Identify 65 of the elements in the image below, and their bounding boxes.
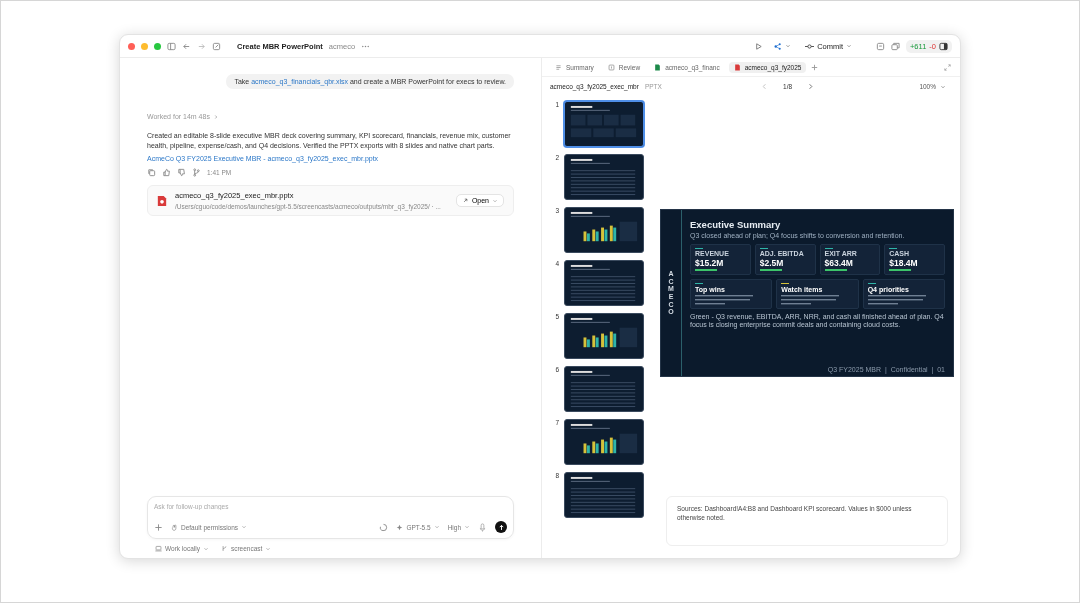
terminal-icon[interactable] — [876, 41, 885, 51]
chevron-icon — [202, 545, 209, 552]
compose-icon[interactable] — [212, 41, 221, 51]
kpi-value: $2.5M — [759, 258, 785, 268]
slide-thumbnail[interactable] — [564, 207, 644, 253]
text-lines-drawing — [867, 294, 928, 305]
slide-thumbnail[interactable] — [564, 313, 644, 359]
slide-thumbnail[interactable] — [564, 154, 644, 200]
kpi-value: $15.2M — [695, 258, 725, 268]
delta-line — [824, 269, 847, 271]
share-icon — [773, 41, 783, 51]
slide-thumbnail[interactable] — [564, 472, 644, 518]
text-lines-drawing — [695, 294, 755, 305]
minimize-dot[interactable] — [141, 42, 148, 50]
expand-icon[interactable] — [943, 62, 952, 72]
delta-line — [759, 269, 782, 271]
windows-icon[interactable] — [891, 41, 900, 51]
panel-icon[interactable] — [939, 41, 948, 51]
arrow-up-icon — [497, 523, 505, 531]
close-dot[interactable] — [128, 42, 135, 50]
delta-line — [889, 269, 912, 271]
forward-icon[interactable] — [197, 41, 206, 51]
arrow-icon — [461, 197, 469, 204]
slide-thumbnail[interactable] — [564, 419, 644, 465]
spinner-icon — [379, 522, 389, 532]
chevron-icon — [492, 197, 498, 204]
thumbs-up-icon[interactable] — [162, 168, 171, 177]
slide-thumbnail[interactable] — [564, 101, 644, 147]
kpi-value: $63.4M — [824, 258, 854, 268]
chevron-icon — [265, 545, 272, 552]
chevron-icon — [241, 524, 248, 530]
microphone-icon[interactable] — [478, 522, 487, 532]
copy-icon[interactable] — [147, 168, 156, 177]
branch-icon — [220, 545, 228, 552]
slide-thumbnail[interactable] — [564, 366, 644, 412]
spreadsheet-file-icon — [654, 63, 662, 71]
chevron-icon[interactable] — [212, 113, 219, 120]
chevron-icon — [940, 83, 946, 90]
new-tab-icon[interactable] — [810, 62, 820, 72]
kpi-value: $18.4M — [889, 258, 919, 268]
slide-thumbnail[interactable] — [564, 260, 644, 306]
review-icon — [607, 63, 615, 71]
sparkle-icon — [396, 523, 404, 531]
send-button[interactable] — [495, 521, 507, 533]
laptop-icon — [155, 545, 162, 552]
slide-title: Executive Summary — [690, 219, 782, 230]
presentation-file-icon — [733, 63, 741, 71]
chevron-icon — [846, 43, 852, 49]
text-lines-drawing — [781, 294, 842, 305]
sidebar-icon[interactable] — [167, 41, 176, 51]
presentation-file-icon — [157, 194, 167, 207]
zoom-dot[interactable] — [154, 42, 161, 50]
back-icon[interactable] — [182, 41, 191, 51]
play-icon[interactable] — [754, 41, 764, 51]
chevron-icon — [464, 524, 470, 530]
thumbs-down-icon[interactable] — [177, 168, 186, 177]
add-icon[interactable] — [154, 522, 163, 532]
chevron-icon — [433, 524, 440, 530]
commit-icon — [805, 41, 815, 51]
list-icon — [555, 63, 562, 71]
branch-icon[interactable] — [192, 168, 201, 177]
chevron-icon — [785, 43, 792, 49]
next-icon[interactable] — [806, 82, 816, 91]
hand-icon — [171, 523, 178, 531]
delta-line — [695, 269, 717, 271]
